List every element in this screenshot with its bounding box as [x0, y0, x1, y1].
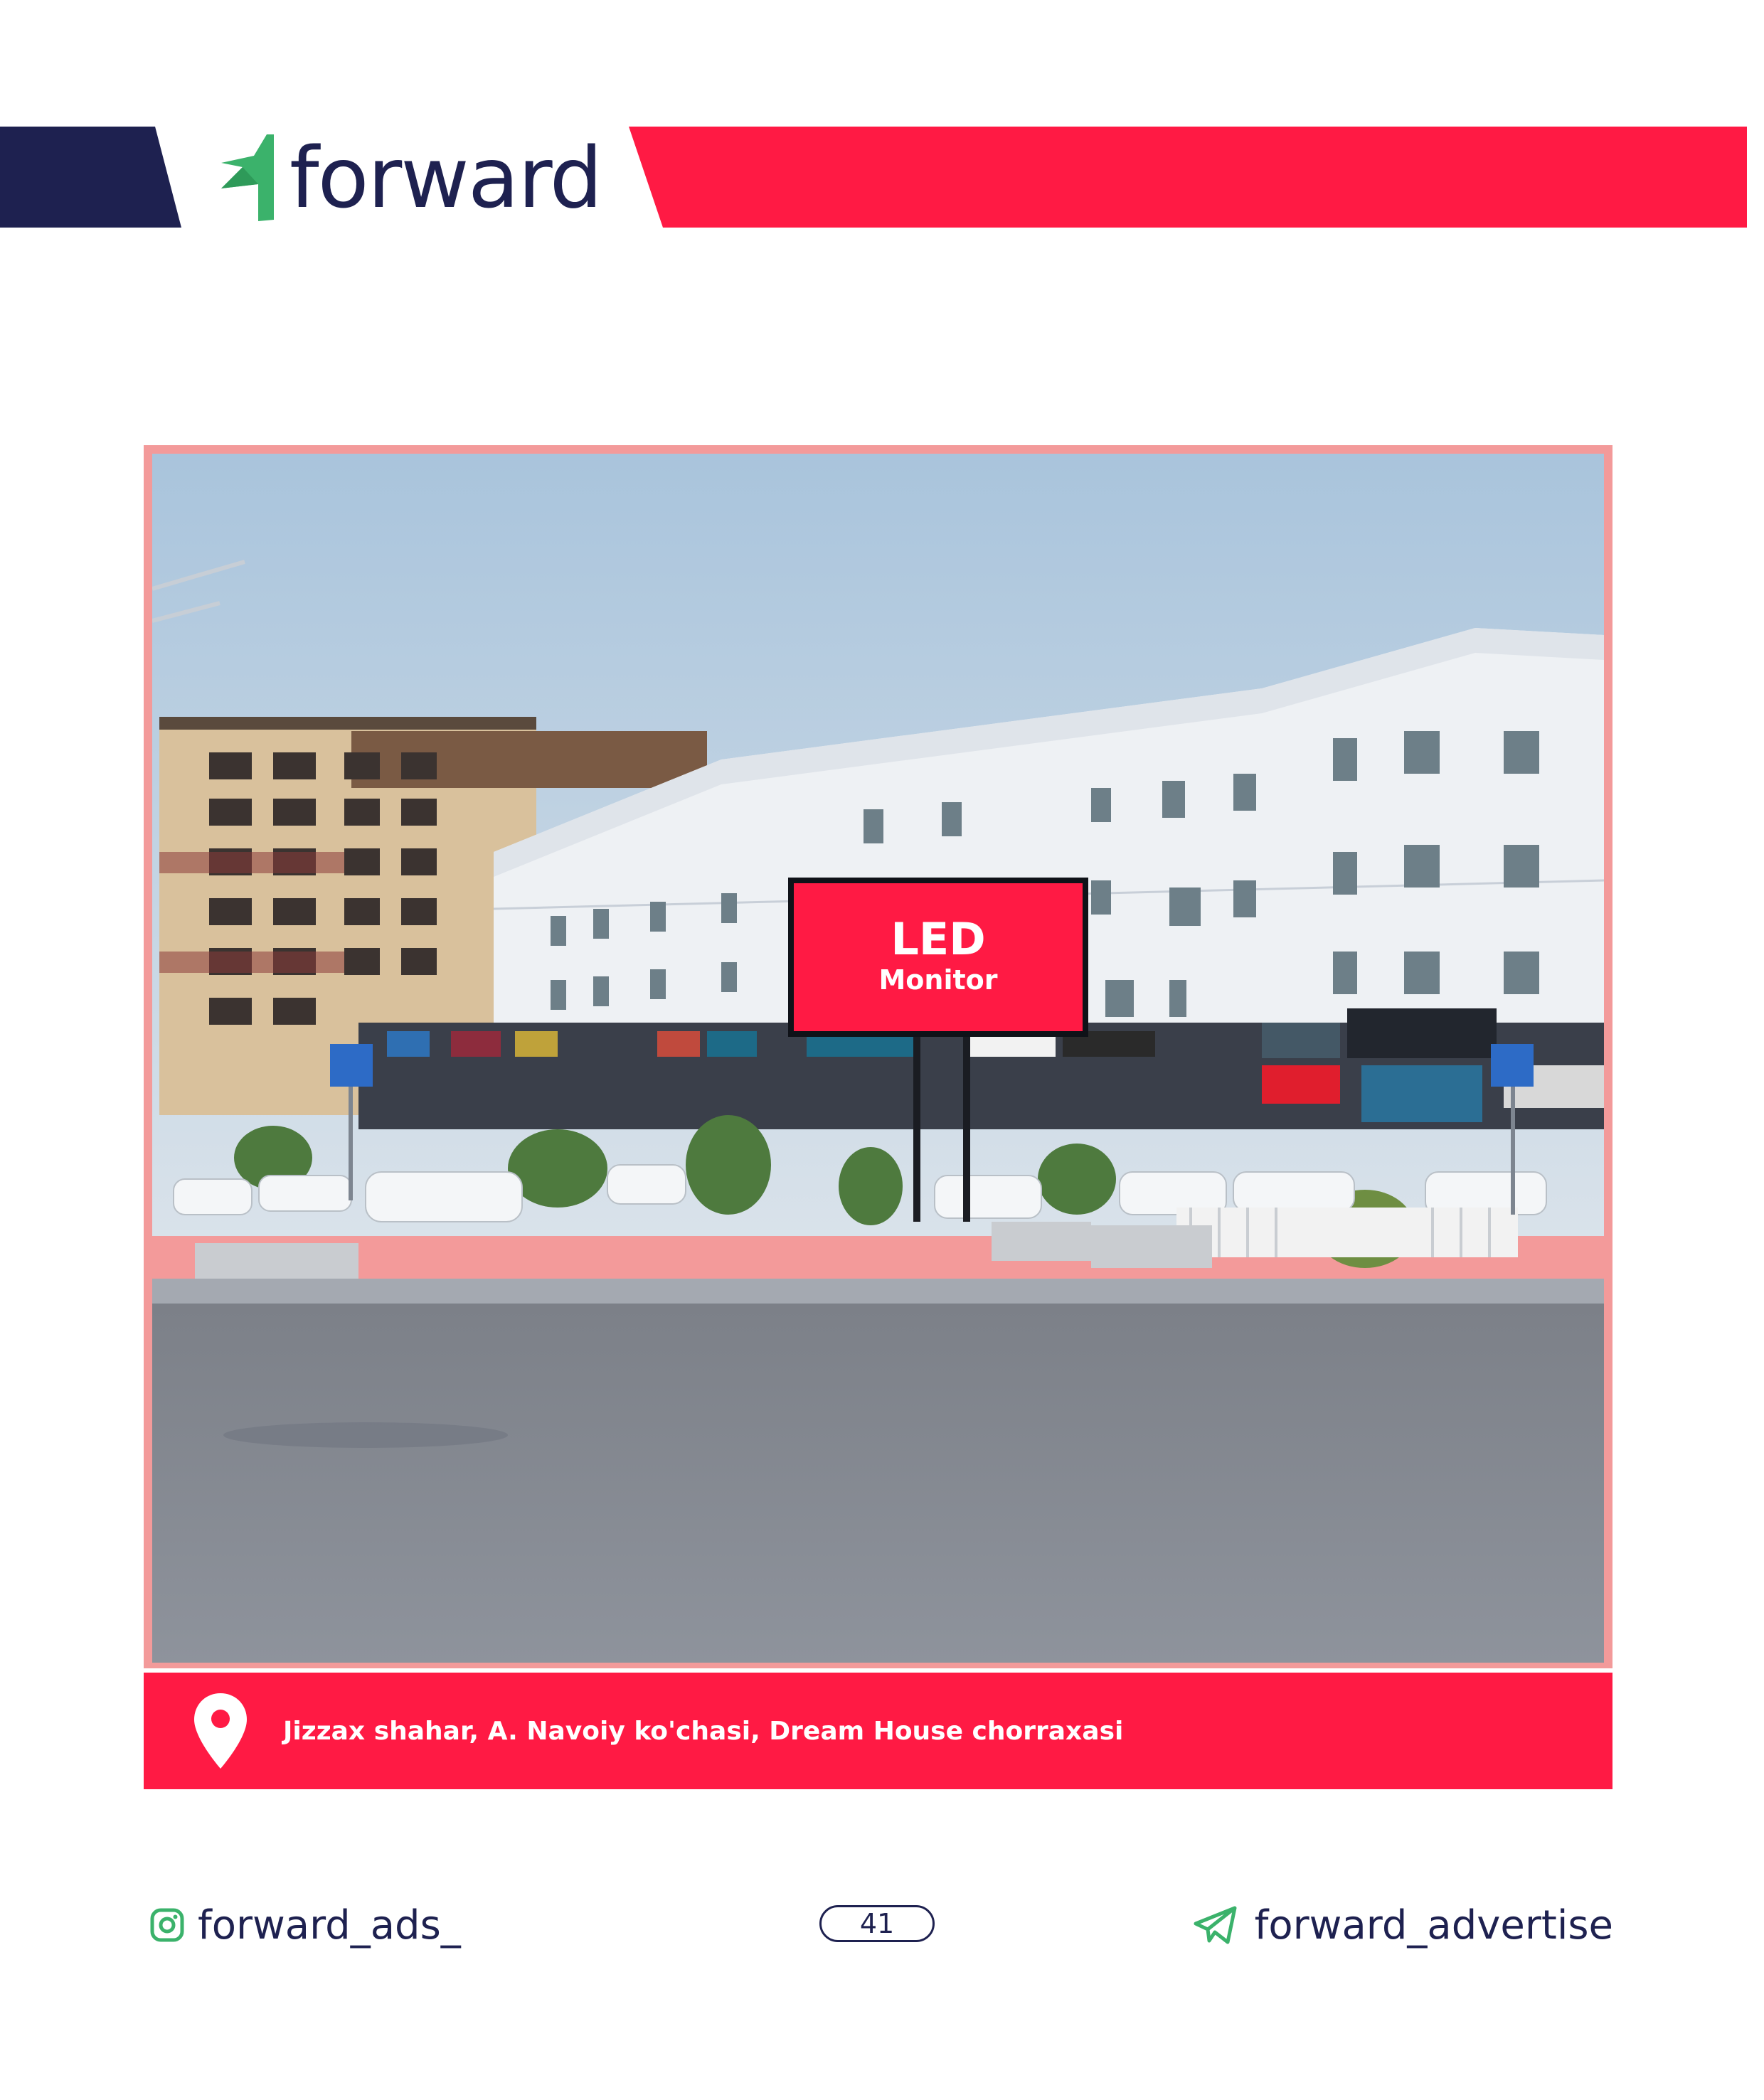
- led-billboard: LED Monitor: [788, 878, 1088, 1037]
- billboard-title: LED: [891, 913, 986, 966]
- location-address: Jizzax shahar, A. Navoiy ko'chasi, Dream…: [283, 1716, 1124, 1746]
- brand-name: forward: [289, 129, 602, 227]
- street-photo: [152, 454, 1604, 1663]
- instagram-handle: forward_ads_: [198, 1902, 461, 1949]
- photo-frame: [144, 445, 1612, 1668]
- map-pin-icon: [194, 1693, 247, 1769]
- location-bar: Jizzax shahar, A. Navoiy ko'chasi, Dream…: [144, 1673, 1612, 1789]
- instagram-link[interactable]: forward_ads_: [149, 1900, 461, 1950]
- telegram-link[interactable]: forward_advertise: [1194, 1900, 1613, 1950]
- forward-arrow-logo-icon: [221, 134, 274, 221]
- header-banner: forward: [0, 0, 1764, 242]
- telegram-handle: forward_advertise: [1254, 1902, 1613, 1949]
- page-number: 41: [819, 1905, 935, 1942]
- instagram-icon: [150, 1908, 184, 1942]
- telegram-icon: [1194, 1906, 1237, 1944]
- billboard-subtitle: Monitor: [878, 964, 998, 996]
- brand-logo: forward: [217, 128, 602, 228]
- led-display: LED Monitor: [794, 883, 1083, 1031]
